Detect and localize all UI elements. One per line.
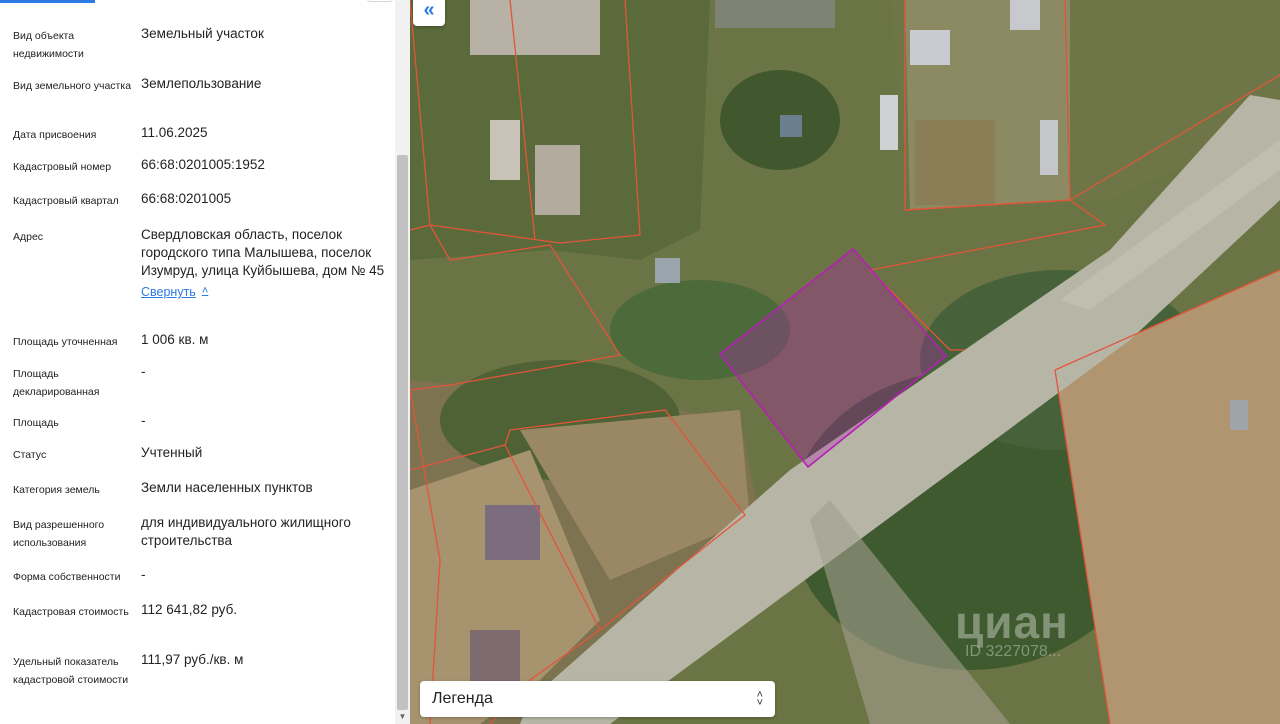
field-label: Форма собственности xyxy=(13,571,121,583)
field-label: Статус xyxy=(13,449,47,461)
field-label: Кадастровый квартал xyxy=(13,195,119,207)
field-value: 11.06.2025 xyxy=(141,125,208,140)
field-label: Кадастровый номер xyxy=(13,161,112,173)
legend-label: Легенда xyxy=(432,690,493,707)
address-text: Свердловская область, поселок городского… xyxy=(141,227,385,278)
field-value: 1 006 кв. м xyxy=(141,332,209,347)
field-value: - xyxy=(141,364,146,379)
panel-scrollbar[interactable]: ▼ xyxy=(395,0,410,724)
property-info-panel: Вид объекта недвижимости Земельный участ… xyxy=(0,0,410,724)
field-label: Площадь уточненная xyxy=(13,336,118,348)
field-label: Площадь xyxy=(13,417,59,429)
field-label: Вид земельного участка xyxy=(13,80,132,92)
panel-top-button[interactable] xyxy=(367,0,393,2)
field-value: 111,97 руб./кв. м xyxy=(141,652,244,667)
field-label: Дата присвоения xyxy=(13,129,97,141)
scroll-down-arrow-icon[interactable]: ▼ xyxy=(397,712,408,722)
field-value: 66:68:0201005:1952 xyxy=(141,157,265,172)
field-value: Учтенный xyxy=(141,445,203,460)
field-value: Земли населенных пунктов xyxy=(141,480,313,495)
map-imagery xyxy=(410,0,1280,724)
field-label: Категория земель xyxy=(13,484,100,496)
field-label: Адрес xyxy=(13,231,44,243)
field-label: Вид объекта недвижимости xyxy=(13,30,84,60)
active-tab-indicator xyxy=(0,0,95,3)
scrollbar-thumb[interactable] xyxy=(397,155,408,710)
double-chevron-left-icon: « xyxy=(423,0,435,21)
field-value: Землепользование xyxy=(141,76,262,91)
legend-select[interactable]: Легенда ˄ ˅ xyxy=(420,681,775,717)
chevron-up-icon: ˄ xyxy=(201,285,209,297)
collapse-address-link[interactable]: Свернуть ˄ xyxy=(141,283,208,301)
field-label: Вид разрешенного использования xyxy=(13,519,105,549)
field-value: 112 641,82 руб. xyxy=(141,602,238,617)
satellite-map[interactable]: циан ID 3227078... « Легенда ˄ ˅ xyxy=(410,0,1280,724)
field-value: - xyxy=(141,567,146,582)
field-value: для индивидуального жилищного строительс… xyxy=(141,515,351,548)
field-value: Свердловская область, поселок городского… xyxy=(141,226,387,301)
field-value: Земельный участок xyxy=(141,26,264,41)
field-label: Кадастровая стоимость xyxy=(13,606,129,618)
up-down-chevron-icon: ˄ ˅ xyxy=(756,689,763,709)
field-value: 66:68:0201005 xyxy=(141,191,232,206)
field-value: - xyxy=(141,413,146,428)
collapse-link-label: Свернуть xyxy=(141,285,196,299)
field-label: Площадь декларированная xyxy=(13,368,100,398)
field-label: Удельный показатель кадастровой стоимост… xyxy=(13,656,129,686)
collapse-panel-button[interactable]: « xyxy=(413,0,445,26)
